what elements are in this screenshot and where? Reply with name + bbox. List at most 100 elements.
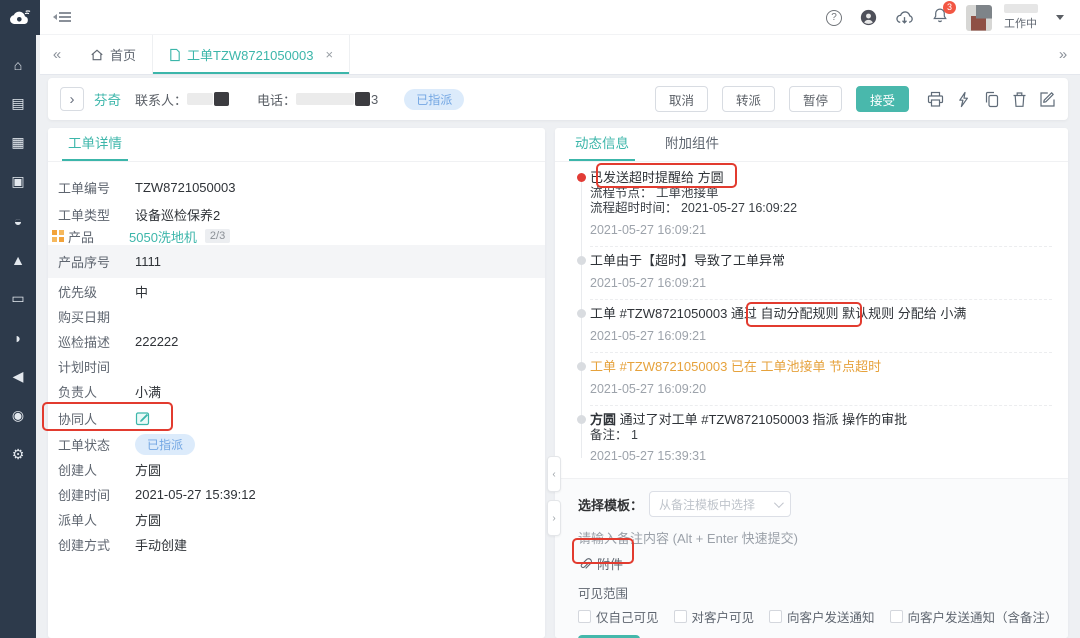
- tab-activity-feed[interactable]: 动态信息: [575, 132, 629, 161]
- edit-collaborator-icon[interactable]: [135, 410, 151, 426]
- delete-icon[interactable]: [1011, 91, 1028, 108]
- sidebar-item-service-desk[interactable]: ◒: [0, 201, 36, 240]
- attachment-button[interactable]: 附件: [578, 554, 623, 573]
- option-notify-customer-with-note[interactable]: 向客户发送通知（含备注）: [890, 607, 1058, 626]
- option-notify-customer[interactable]: 向客户发送通知: [769, 607, 875, 626]
- sidebar-item-workbench[interactable]: ▭: [0, 279, 36, 318]
- document-icon: [169, 48, 181, 62]
- top-bar: ? 3 工作中: [0, 0, 1080, 35]
- timeline-title-warning: 工单 #TZW8721050003 已在 工单池接单 节点超时: [590, 359, 1052, 375]
- devices-icon: ◉: [12, 407, 24, 424]
- sidebar-item-settings[interactable]: ⚙: [0, 435, 36, 474]
- expand-panel-button[interactable]: ›: [60, 87, 84, 111]
- tabs-scroll-left-icon[interactable]: «: [40, 35, 74, 74]
- timeline-flow-node: 流程节点： 工单池接单: [590, 186, 1052, 201]
- checkbox[interactable]: [769, 610, 782, 623]
- collapse-right-panel-handle[interactable]: ›: [547, 500, 561, 536]
- app-logo[interactable]: [0, 0, 40, 35]
- field-value: 方圆: [135, 510, 161, 529]
- sidebar-item-warehouse[interactable]: ▲: [0, 240, 36, 279]
- billing-icon: ▦: [11, 134, 24, 151]
- field-label: 负责人: [58, 382, 135, 401]
- field-label: 协同人: [58, 409, 135, 428]
- field-value: 方圆: [135, 460, 161, 479]
- username-redacted: [1004, 4, 1038, 13]
- field-owner: 负责人 小满: [48, 379, 545, 404]
- template-select-placeholder: 从备注模板中选择: [659, 496, 755, 513]
- chevron-down-icon[interactable]: [1056, 15, 1064, 24]
- accept-button[interactable]: 接受: [856, 86, 909, 112]
- phone-redacted-dark: [355, 92, 370, 106]
- field-serial-no: 产品序号 1111: [48, 245, 545, 278]
- sidebar-item-contacts[interactable]: ▣: [0, 162, 36, 201]
- timeline-timestamp: 2021-05-27 15:39:31: [590, 448, 1052, 464]
- checkbox[interactable]: [674, 610, 687, 623]
- cloud-download-icon[interactable]: [895, 9, 914, 26]
- field-label: 巡检描述: [58, 332, 135, 351]
- partners-icon: ◗: [14, 330, 22, 346]
- field-order-type: 工单类型 设备巡检保养2: [48, 201, 545, 228]
- field-create-method: 创建方式 手动创建: [48, 532, 545, 557]
- field-status: 工单状态 已指派: [48, 432, 545, 457]
- phone-visible-digit: 3: [371, 92, 378, 107]
- field-label: 工单编号: [58, 178, 135, 197]
- activity-timeline: 已发送超时提醒给 方圆 流程节点： 工单池接单 流程超时时间： 2021-05-…: [555, 162, 1068, 478]
- product-icon: [52, 230, 64, 242]
- support-agent-icon[interactable]: [860, 9, 877, 26]
- phone-label: 电话：: [257, 90, 296, 109]
- product-count-badge: 2/3: [205, 229, 230, 243]
- timeline-dot-alert: [577, 173, 586, 182]
- pause-button[interactable]: 暂停: [789, 86, 842, 112]
- tab-work-order-detail[interactable]: 工单详情: [68, 132, 122, 161]
- sidebar-item-home[interactable]: ⌂: [0, 45, 36, 84]
- topbar-actions: ? 3 工作中: [826, 0, 1064, 35]
- checkbox[interactable]: [890, 610, 903, 623]
- quick-action-bolt-icon[interactable]: [955, 91, 972, 108]
- tab-home[interactable]: 首页: [74, 35, 152, 74]
- notifications-bell[interactable]: 3: [932, 7, 948, 29]
- field-label: 产品序号: [58, 252, 135, 271]
- field-label: 创建方式: [58, 535, 135, 554]
- user-avatar[interactable]: [966, 5, 992, 31]
- checkbox[interactable]: [578, 610, 591, 623]
- timeline-title-rest: 通过了对工单 #TZW8721050003 指派 操作的审批: [616, 412, 907, 427]
- edit-icon[interactable]: [1039, 91, 1056, 108]
- timeline-title-pre: 工单 #TZW8721050003 通过: [590, 306, 761, 321]
- field-label: 优先级: [58, 282, 135, 301]
- template-label: 选择模板：: [578, 495, 643, 514]
- product-link[interactable]: 5050洗地机: [129, 227, 197, 246]
- template-select[interactable]: 从备注模板中选择: [649, 491, 791, 517]
- sidebar-item-partners[interactable]: ◗: [0, 318, 36, 357]
- sidebar-item-billing[interactable]: ▦: [0, 123, 36, 162]
- sidebar-item-announcements[interactable]: ◀: [0, 357, 36, 396]
- contact-redacted-dark: [214, 92, 229, 106]
- copy-icon[interactable]: [983, 91, 1000, 108]
- tab-work-order[interactable]: 工单TZW8721050003 ×: [152, 35, 350, 74]
- timeline-dot: [577, 309, 586, 318]
- timeline-item: 方圆 通过了对工单 #TZW8721050003 指派 操作的审批 备注： 1 …: [590, 406, 1052, 472]
- option-only-me[interactable]: 仅自己可见: [578, 607, 659, 626]
- requester-name[interactable]: 芬奇: [94, 89, 121, 109]
- tab-addons[interactable]: 附加组件: [665, 132, 719, 161]
- transfer-button[interactable]: 转派: [722, 86, 775, 112]
- note-input[interactable]: 请输入备注内容 (Alt + Enter 快速提交): [578, 528, 1050, 547]
- close-tab-icon[interactable]: ×: [325, 47, 333, 62]
- timeline-note: 备注： 1: [590, 428, 1052, 442]
- contact-field: 联系人：: [135, 90, 229, 109]
- timeline-item: 已发送超时提醒给 方圆 流程节点： 工单池接单 流程超时时间： 2021-05-…: [590, 164, 1052, 247]
- tabs-scroll-right-icon[interactable]: »: [1046, 35, 1080, 74]
- option-customer-visible[interactable]: 对客户可见: [674, 607, 755, 626]
- notification-count-badge: 3: [943, 1, 956, 14]
- work-order-detail-panel: 工单详情 工单编号 TZW8721050003 工单类型 设备巡检保养2 产品 …: [48, 128, 545, 638]
- collapse-menu-icon[interactable]: [50, 12, 71, 22]
- user-info[interactable]: 工作中: [1004, 4, 1038, 31]
- help-icon[interactable]: ?: [826, 10, 842, 26]
- assignment-rule-text: 自动分配规则 默认规则: [761, 306, 895, 321]
- sidebar-item-work-orders[interactable]: ▤: [0, 84, 36, 123]
- field-value: TZW8721050003: [135, 180, 235, 195]
- cancel-button[interactable]: 取消: [655, 86, 708, 112]
- cloud-wrench-logo-icon: [8, 9, 32, 26]
- print-icon[interactable]: [927, 91, 944, 108]
- sidebar-item-devices[interactable]: ◉: [0, 396, 36, 435]
- collapse-left-panel-handle[interactable]: ‹: [547, 456, 561, 492]
